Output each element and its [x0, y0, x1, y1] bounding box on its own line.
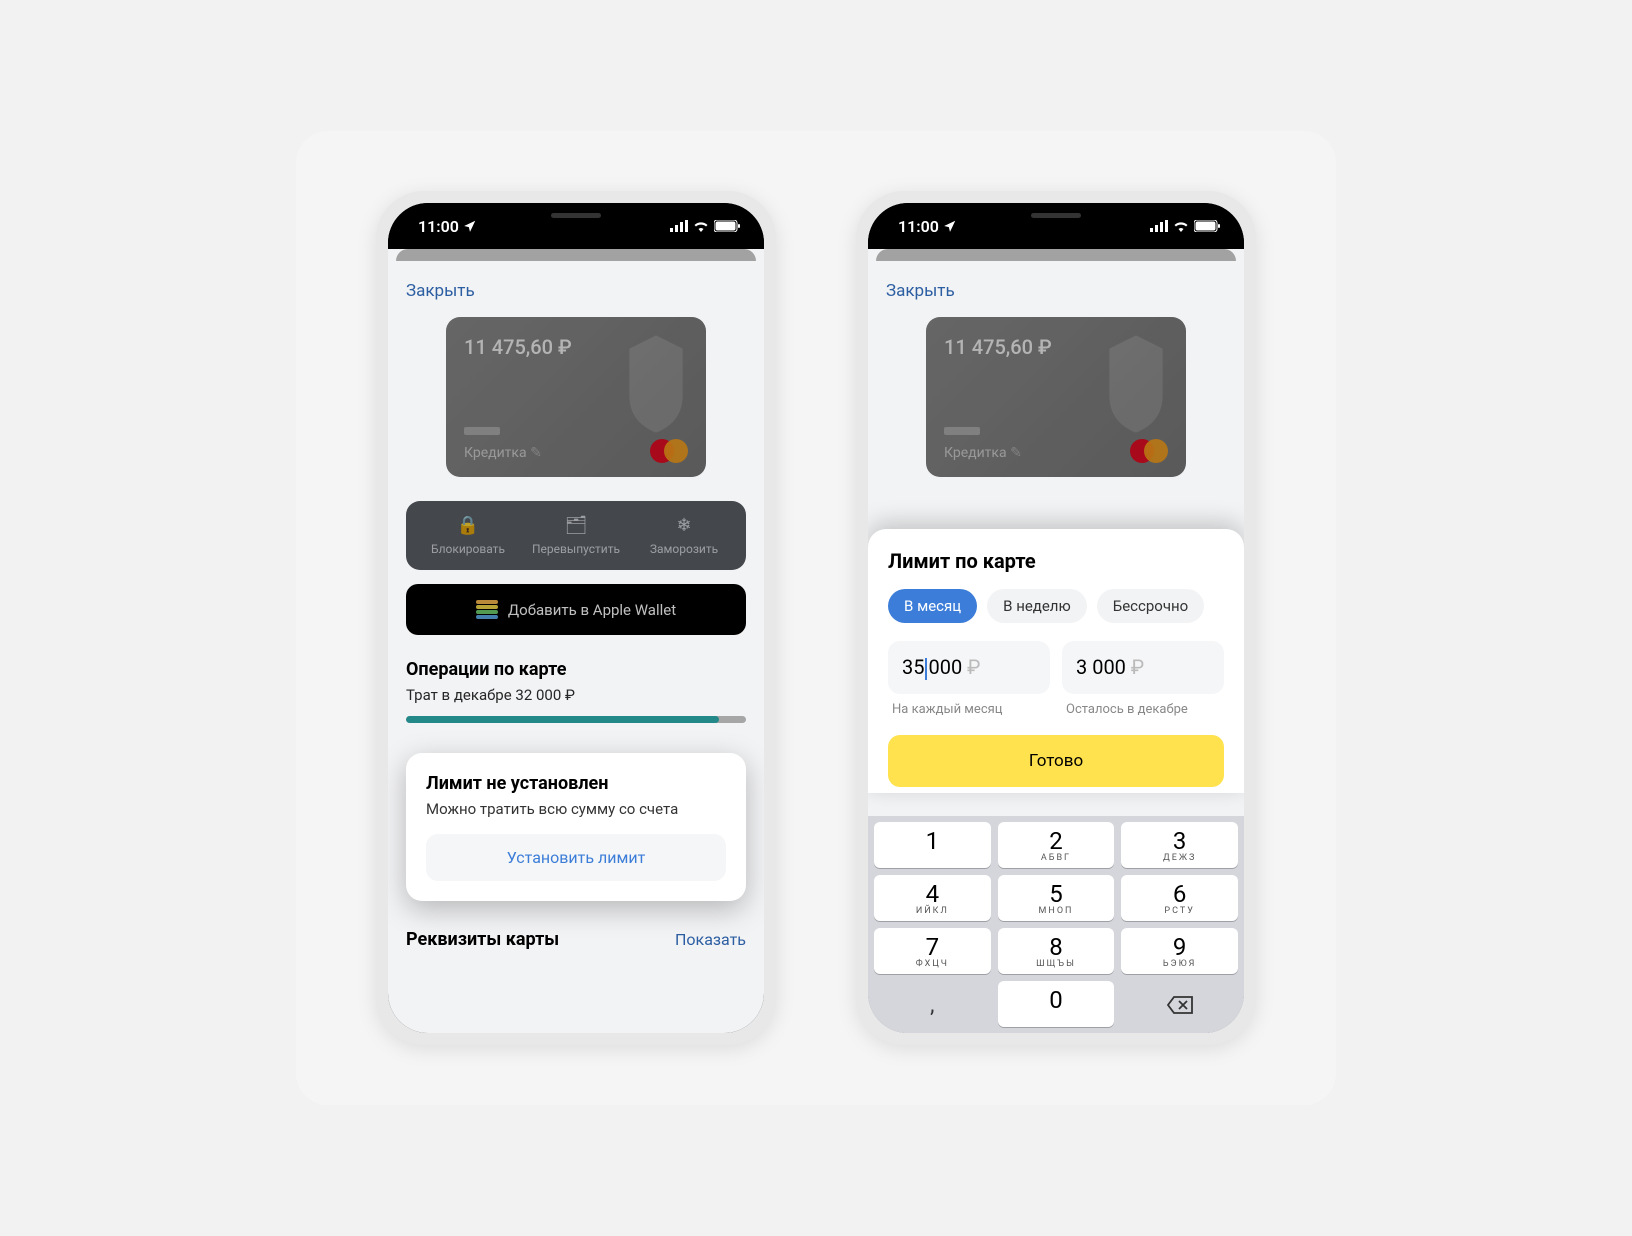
card-number-mask [944, 427, 980, 435]
limit-subtitle: Можно тратить всю сумму со счета [426, 800, 726, 818]
wifi-icon [693, 220, 709, 232]
close-button[interactable]: Закрыть [886, 273, 1226, 317]
done-button[interactable]: Готово [888, 735, 1224, 787]
status-time: 11:00 [898, 217, 939, 236]
card-visual[interactable]: 11 475,60 ₽ Кредитка ✎ [446, 317, 706, 477]
limit-title: Лимит не установлен [426, 773, 726, 794]
location-icon [943, 219, 957, 233]
signal-icon [1150, 220, 1168, 232]
key-5[interactable]: 5МНОП [998, 875, 1115, 921]
wifi-icon [1173, 220, 1189, 232]
mockup-stage: 11:00 Закрыть 11 475,60 ₽ [296, 131, 1336, 1105]
chip-month[interactable]: В месяц [888, 589, 977, 623]
key-9[interactable]: 9ЬЭЮЯ [1121, 928, 1238, 974]
freeze-button[interactable]: ❄ Заморозить [630, 515, 738, 556]
snowflake-icon: ❄ [630, 515, 738, 536]
notch [966, 203, 1146, 231]
key-8[interactable]: 8ШЩЪЫ [998, 928, 1115, 974]
backspace-icon [1166, 995, 1194, 1015]
reissue-icon: 🗂 [522, 515, 630, 536]
wallet-icon [476, 600, 498, 619]
remaining-amount-display: 3 000 ₽ [1062, 641, 1224, 694]
reissue-button[interactable]: 🗂 Перевыпустить [522, 515, 630, 556]
close-button[interactable]: Закрыть [406, 273, 746, 317]
operations-subtitle: Трат в декабре 32 000 ₽ [406, 686, 746, 704]
limit-amount-input[interactable]: 35000 ₽ [888, 641, 1050, 694]
limit-sheet: Лимит по карте В месяц В неделю Бессрочн… [868, 529, 1244, 793]
input-label-monthly: На каждый месяц [888, 702, 1050, 717]
phone-right: 11:00 Закрыть 11 475,60 ₽ [856, 191, 1256, 1045]
operations-title: Операции по карте [406, 659, 746, 680]
bank-crest-icon [616, 327, 696, 437]
key-2[interactable]: 2АБВГ [998, 822, 1115, 868]
spend-progress [406, 716, 746, 723]
input-label-remaining: Осталось в декабре [1062, 702, 1224, 717]
set-limit-button[interactable]: Установить лимит [426, 834, 726, 881]
card-type-label: Кредитка ✎ [464, 445, 542, 461]
show-link[interactable]: Показать [675, 930, 746, 949]
mastercard-icon [1130, 439, 1168, 463]
key-1[interactable]: 1 [874, 822, 991, 868]
signal-icon [670, 220, 688, 232]
card-number-mask [464, 427, 500, 435]
battery-icon [714, 220, 740, 232]
apple-wallet-button[interactable]: Добавить в Apple Wallet [406, 584, 746, 635]
key-4[interactable]: 4ИЙКЛ [874, 875, 991, 921]
chip-week[interactable]: В неделю [987, 589, 1087, 623]
key-comma[interactable]: , [874, 981, 991, 1027]
key-3[interactable]: 3ДЕЖЗ [1121, 822, 1238, 868]
status-time: 11:00 [418, 217, 459, 236]
limit-prompt-card: Лимит не установлен Можно тратить всю су… [406, 753, 746, 901]
notch [486, 203, 666, 231]
card-details-row[interactable]: Реквизиты карты Показать [406, 921, 746, 958]
numeric-keypad: 1 2АБВГ 3ДЕЖЗ 4ИЙКЛ 5МНОП 6РСТУ 7ФХЦЧ 8Ш… [868, 816, 1244, 1033]
key-0[interactable]: 0. [998, 981, 1115, 1027]
battery-icon [1194, 220, 1220, 232]
location-icon [463, 219, 477, 233]
key-backspace[interactable] [1121, 981, 1238, 1027]
card-visual[interactable]: 11 475,60 ₽ Кредитка ✎ [926, 317, 1186, 477]
lock-icon: 🔒 [414, 515, 522, 536]
card-type-label: Кредитка ✎ [944, 445, 1022, 461]
block-button[interactable]: 🔒 Блокировать [414, 515, 522, 556]
chip-unlimited[interactable]: Бессрочно [1097, 589, 1204, 623]
operations-section[interactable]: Операции по карте Трат в декабре 32 000 … [406, 659, 746, 723]
mastercard-icon [650, 439, 688, 463]
key-6[interactable]: 6РСТУ [1121, 875, 1238, 921]
period-chips: В месяц В неделю Бессрочно [888, 589, 1224, 623]
card-actions: 🔒 Блокировать 🗂 Перевыпустить ❄ Заморози… [406, 501, 746, 570]
details-title: Реквизиты карты [406, 929, 559, 950]
bank-crest-icon [1096, 327, 1176, 437]
sheet-title: Лимит по карте [888, 549, 1224, 573]
phone-left: 11:00 Закрыть 11 475,60 ₽ [376, 191, 776, 1045]
key-7[interactable]: 7ФХЦЧ [874, 928, 991, 974]
